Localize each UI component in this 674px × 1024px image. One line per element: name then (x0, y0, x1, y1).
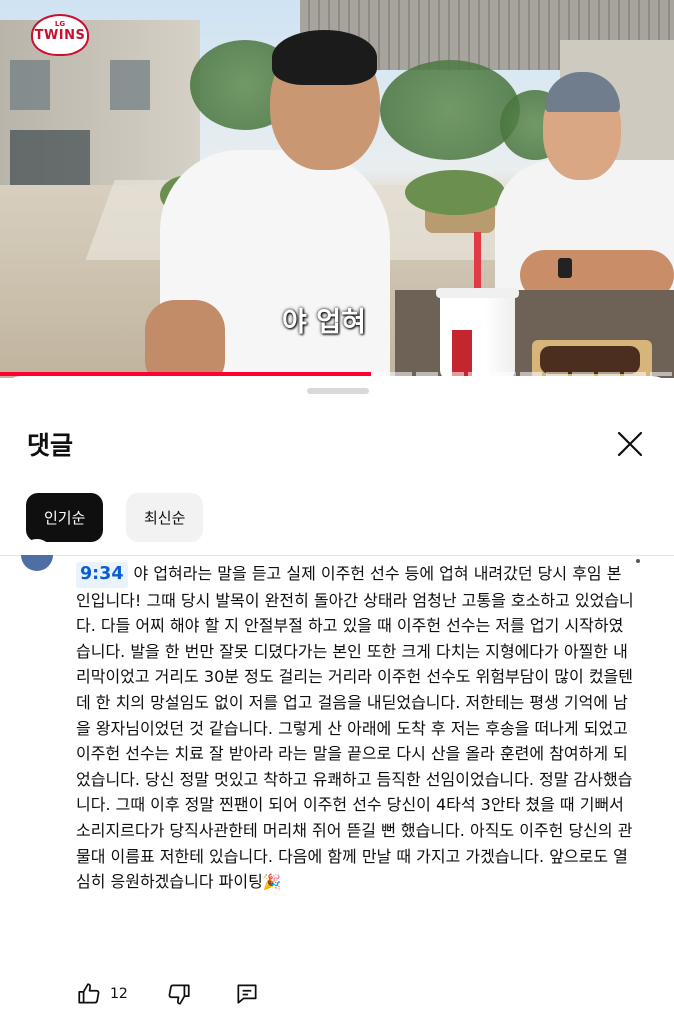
comment-actions: 12 (76, 980, 260, 1008)
drag-handle[interactable] (307, 388, 369, 394)
sort-chip-popular[interactable]: 인기순 (26, 493, 104, 542)
wristwatch (558, 258, 572, 278)
close-icon (617, 431, 643, 457)
like-button[interactable]: 12 (76, 981, 128, 1007)
video-player[interactable]: LG TWINS 야 업혀 (0, 0, 674, 378)
more-icon[interactable] (636, 559, 640, 563)
cup-stripe (452, 330, 472, 378)
party-popper-emoji: 🎉 (262, 873, 282, 892)
sort-chip-newest[interactable]: 최신순 (126, 493, 204, 542)
comment-text: 야 업혀라는 말을 듣고 실제 이주헌 선수 등에 업혀 내려갔던 당시 후임 … (76, 564, 634, 892)
comments-sheet: 댓글 인기순 최신순 9:34 야 업혀라는 말을 듣고 실제 이주헌 선수 등에… (0, 376, 674, 1024)
logo-small-text: LG (54, 20, 66, 28)
comments-title: 댓글 (27, 431, 74, 460)
avatar[interactable] (21, 539, 53, 571)
comment-body: 9:34 야 업혀라는 말을 듣고 실제 이주헌 선수 등에 업혀 내려갔던 당시… (76, 561, 636, 896)
timestamp-link[interactable]: 9:34 (76, 562, 128, 588)
reply-icon (237, 984, 257, 1004)
divider (0, 555, 674, 556)
person-left-hair (272, 30, 377, 85)
like-count: 12 (110, 986, 128, 1002)
food (540, 346, 640, 374)
bush (405, 170, 505, 215)
video-caption: 야 업혀 (282, 307, 366, 338)
background-building-left (0, 20, 200, 190)
close-button[interactable] (612, 426, 648, 462)
tree (380, 60, 520, 160)
person-left-arm (145, 300, 225, 378)
reply-button[interactable] (234, 981, 260, 1007)
thumbs-up-icon (78, 983, 100, 1004)
cup-lid (436, 288, 519, 298)
logo-text: TWINS (34, 28, 86, 43)
channel-logo: LG TWINS (31, 14, 89, 56)
thumbs-down-icon (168, 984, 190, 1005)
dislike-button[interactable] (166, 981, 192, 1007)
